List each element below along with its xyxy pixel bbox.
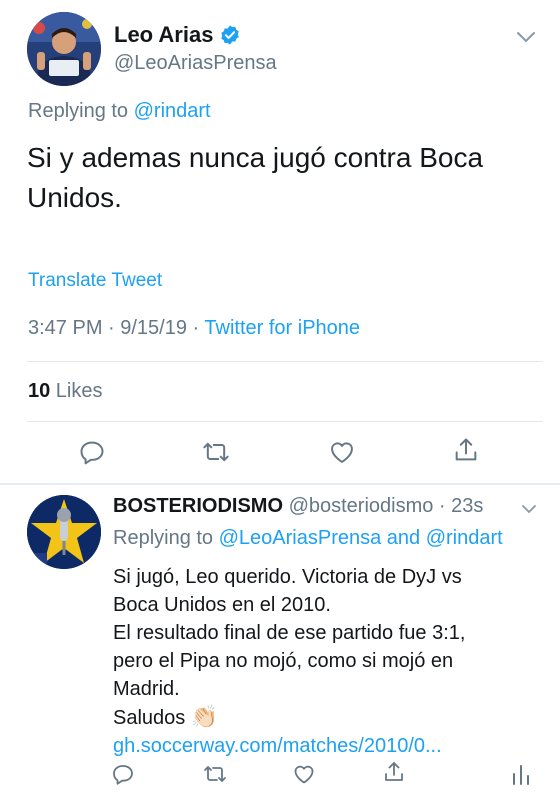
like-icon[interactable]	[292, 762, 316, 786]
likes-label: Likes	[50, 380, 103, 402]
reply-text-line: pero el Pipa no mojó, como si mojó en	[113, 650, 454, 672]
reply-text-line: Madrid.	[113, 678, 180, 700]
reply-display-name[interactable]: BOSTERIODISMO	[113, 495, 283, 517]
display-name-text[interactable]: Leo Arias	[114, 22, 213, 48]
reply-icon[interactable]	[111, 762, 135, 786]
tweet-meta: 3:47 PM · 9/15/19 · Twitter for iPhone	[28, 317, 360, 340]
reply-link[interactable]: gh.soccerway.com/matches/2010/0...	[113, 732, 543, 760]
share-icon[interactable]	[382, 760, 406, 784]
reply-tweet[interactable]: BOSTERIODISMO @bosteriodismo · 23s Reply…	[0, 485, 560, 800]
reply-handle-time: @bosteriodismo · 23s	[283, 495, 484, 517]
replying-to: Replying to @rindart	[28, 100, 211, 123]
translate-link[interactable]: Translate Tweet	[28, 270, 162, 292]
replying-to-link[interactable]: @rindart	[426, 527, 503, 549]
reply-replying-to: Replying to @LeoAriasPrensa and @rindart	[113, 527, 503, 550]
divider	[27, 361, 543, 362]
tweet-text: Si y ademas nunca jugó contra Boca Unido…	[27, 142, 484, 213]
verified-badge-icon	[219, 24, 241, 46]
main-tweet: Leo Arias @LeoAriasPrensa Replying to @r…	[0, 0, 560, 483]
replying-prefix: Replying to	[28, 100, 129, 122]
reply-icon[interactable]	[78, 438, 106, 466]
replying-to-link[interactable]: @LeoAriasPrensa	[219, 527, 382, 549]
like-icon[interactable]	[328, 438, 356, 466]
share-icon[interactable]	[452, 436, 480, 464]
avatar[interactable]	[27, 495, 101, 569]
reply-text-line: El resultado final de ese partido fue 3:…	[113, 622, 466, 644]
timestamp: 3:47 PM · 9/15/19 ·	[28, 317, 205, 339]
avatar[interactable]	[27, 12, 101, 86]
reply-text-line: Si jugó, Leo querido. Victoria de DyJ vs	[113, 566, 462, 588]
retweet-icon[interactable]	[203, 762, 227, 786]
retweet-icon[interactable]	[202, 438, 230, 466]
likes-number: 10	[28, 380, 51, 402]
likes-count[interactable]: 10 Likes	[28, 380, 103, 403]
handle[interactable]: @LeoAriasPrensa	[114, 52, 277, 75]
replying-and: and	[381, 527, 426, 549]
chevron-down-icon[interactable]	[521, 502, 537, 514]
chevron-down-icon[interactable]	[516, 30, 536, 44]
closing-text: Saludos	[113, 707, 191, 729]
replying-prefix: Replying to	[113, 527, 219, 549]
divider	[27, 421, 543, 422]
reply-text-line: Boca Unidos en el 2010.	[113, 594, 331, 616]
replying-to-link[interactable]: @rindart	[134, 100, 211, 122]
clapping-hands-icon: 👏🏻	[190, 704, 219, 729]
display-name[interactable]: Leo Arias	[114, 22, 241, 48]
reply-header: BOSTERIODISMO @bosteriodismo · 23s	[113, 495, 483, 518]
analytics-icon[interactable]	[510, 762, 532, 786]
reply-text: Si jugó, Leo querido. Victoria de DyJ vs…	[113, 563, 543, 760]
source-link[interactable]: Twitter for iPhone	[204, 317, 360, 339]
reply-text-closing: Saludos 👏🏻	[113, 703, 543, 732]
